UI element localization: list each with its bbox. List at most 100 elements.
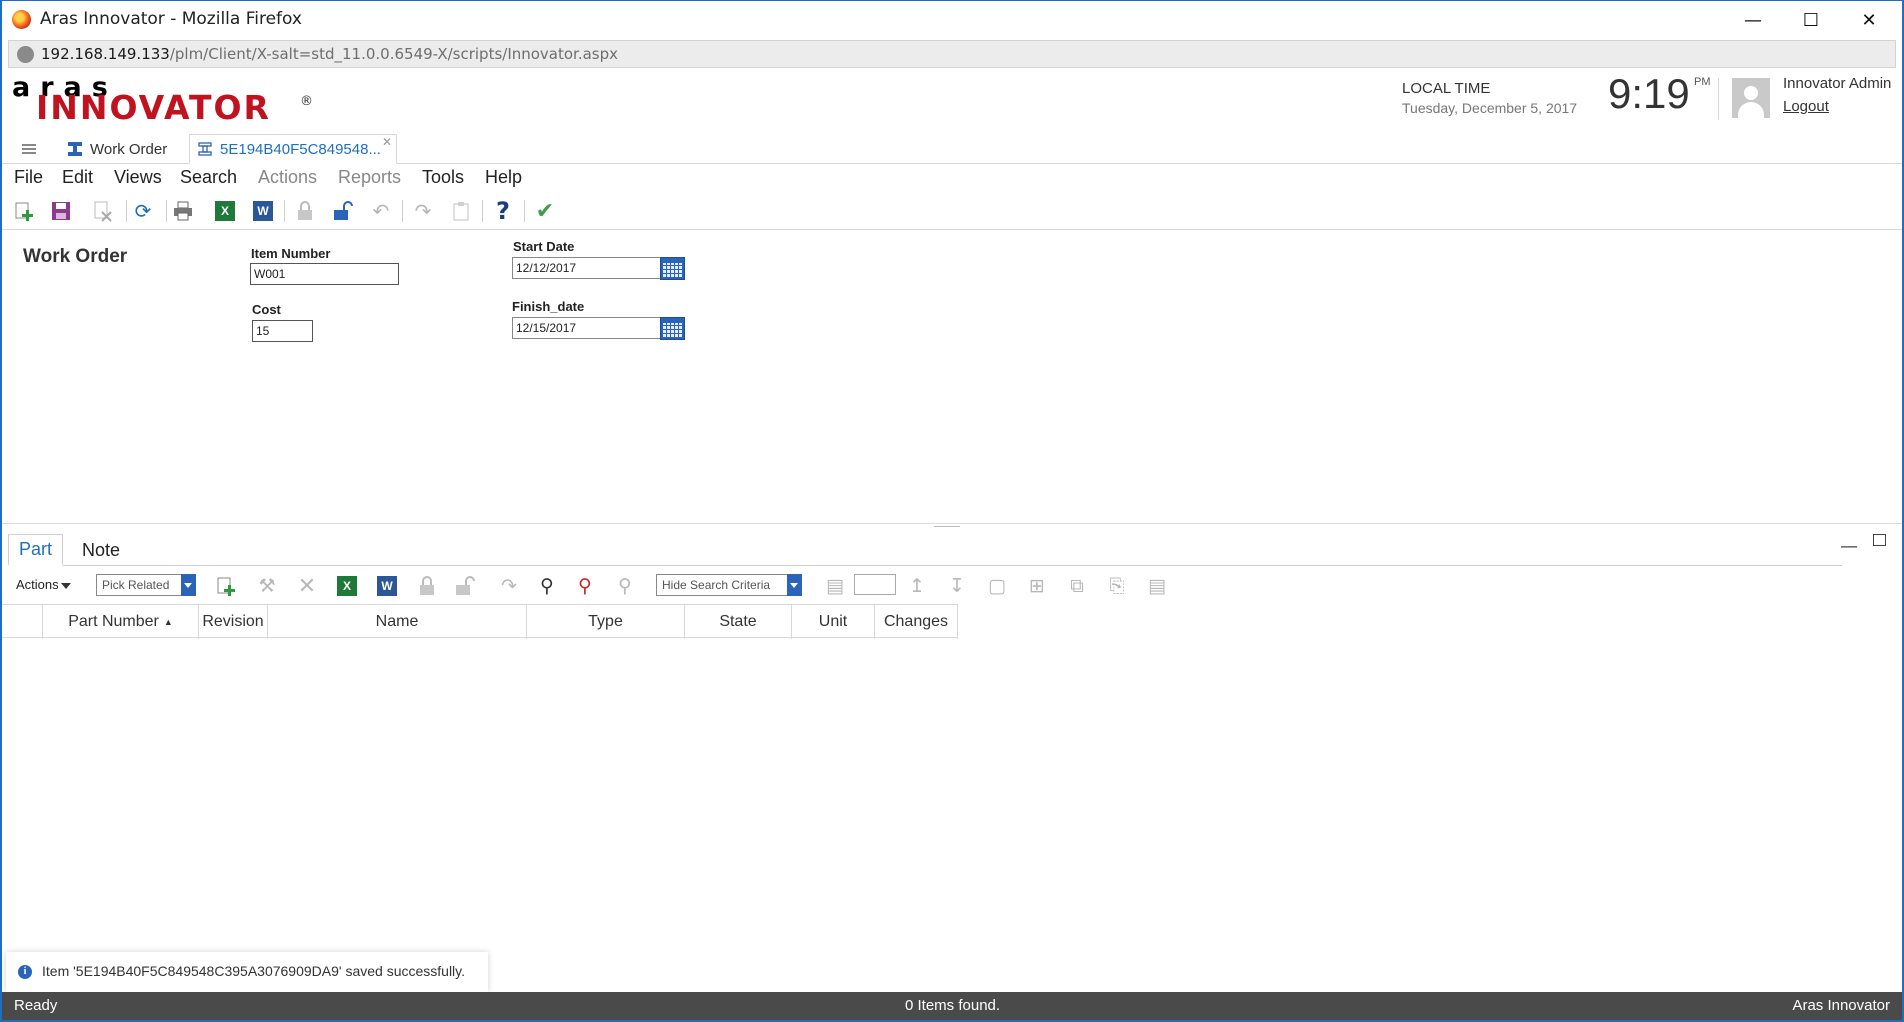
actions-dropdown[interactable]: Actions [16, 577, 71, 592]
close-tab-icon[interactable]: ✕ [382, 135, 392, 149]
row-selector-column[interactable] [2, 605, 43, 639]
previous-page-icon[interactable]: ↥ [904, 574, 930, 598]
tab-work-order[interactable]: Work Order [60, 134, 180, 164]
maximize-button[interactable]: ☐ [1782, 1, 1840, 39]
column-revision[interactable]: Revision [199, 605, 268, 639]
time-ampm: PM [1694, 76, 1711, 88]
calendar-icon[interactable] [660, 317, 685, 340]
header-divider [1718, 78, 1719, 120]
hamburger-menu-icon[interactable] [22, 144, 36, 154]
status-ready: Ready [14, 997, 58, 1014]
grid-settings-icon[interactable]: ⊞ [1024, 574, 1050, 598]
copy-icon[interactable]: ⧉ [1064, 574, 1090, 598]
address-bar[interactable]: 192.168.149.133/plm/Client/X-salt=std_11… [8, 40, 1896, 68]
view-icon[interactable]: ▢ [984, 574, 1010, 598]
start-date-field[interactable]: 12/12/2017 [512, 257, 685, 280]
column-name[interactable]: Name [268, 605, 527, 639]
itemtype-icon [68, 142, 82, 156]
column-changes[interactable]: Changes [875, 605, 958, 639]
word-icon[interactable]: W [250, 198, 276, 224]
print-icon[interactable] [170, 198, 196, 224]
lock-icon[interactable] [414, 574, 440, 598]
search-icon[interactable]: ⚲ [534, 574, 560, 598]
window-title: Aras Innovator - Mozilla Firefox [40, 9, 302, 29]
aras-innovator-logo: aras INNOVATOR ® [12, 72, 313, 127]
save-notification: i Item '5E194B40F5C849548C395A3076909DA9… [6, 952, 488, 992]
menu-views[interactable]: Views [114, 167, 162, 188]
site-info-icon[interactable] [17, 46, 34, 63]
status-bar: Ready 0 Items found. Aras Innovator [2, 992, 1902, 1020]
menu-reports[interactable]: Reports [338, 167, 401, 188]
promote-icon[interactable]: ↷ [496, 574, 522, 598]
delete-row-icon[interactable]: ✕ [294, 574, 320, 599]
unlock-icon[interactable] [330, 198, 356, 224]
chevron-down-icon [181, 574, 196, 596]
menu-file[interactable]: File [14, 167, 43, 188]
column-state[interactable]: State [685, 605, 792, 639]
excel-icon[interactable]: X [212, 198, 238, 224]
item-icon [198, 142, 212, 156]
local-time-label: LOCAL TIME [1402, 80, 1491, 97]
column-part-number[interactable]: Part Number ▲ [43, 605, 199, 639]
search-criteria-select[interactable]: Hide Search Criteria [656, 574, 802, 596]
next-page-icon[interactable]: ↧ [944, 574, 970, 598]
tab-item[interactable]: 5E194B40F5C849548... ✕ [189, 134, 397, 164]
advanced-search-icon[interactable]: ⚲ [612, 574, 638, 598]
tab-label: 5E194B40F5C849548... [220, 140, 381, 158]
column-type[interactable]: Type [527, 605, 685, 639]
pane-splitter[interactable] [2, 523, 1902, 529]
maximize-pane-icon[interactable] [1873, 534, 1886, 546]
page-number-input[interactable] [854, 574, 896, 595]
tab-part[interactable]: Part [8, 534, 64, 566]
cost-label: Cost [252, 302, 281, 317]
excel-icon[interactable]: X [334, 574, 360, 598]
minimize-button[interactable]: — [1724, 1, 1782, 39]
refresh-icon[interactable]: ⟳ [130, 198, 156, 224]
cost-field[interactable] [252, 320, 313, 342]
calendar-icon[interactable] [660, 257, 685, 280]
new-icon[interactable] [12, 198, 38, 224]
promote-icon[interactable]: ↷ [410, 198, 436, 224]
minimize-pane-icon[interactable]: — [1840, 536, 1858, 557]
columns-icon[interactable]: ▤ [1144, 574, 1170, 598]
notification-message: Item '5E194B40F5C849548C395A3076909DA9' … [42, 963, 466, 979]
pick-related-select[interactable]: Pick Related [96, 574, 196, 596]
chevron-down-icon [60, 582, 71, 589]
undo-icon[interactable]: ↶ [368, 198, 394, 224]
finish-date-field[interactable]: 12/15/2017 [512, 317, 685, 340]
splitter-grip-icon[interactable] [934, 526, 960, 528]
pick-item-icon[interactable]: ⚒ [254, 574, 280, 598]
menu-help[interactable]: Help [485, 167, 522, 188]
done-icon[interactable]: ✔ [532, 198, 558, 224]
relationship-grid-header: Part Number ▲ Revision Name Type State Un… [2, 604, 958, 639]
relationship-tabs: Part Note [8, 534, 1842, 566]
page-icon[interactable]: ▤ [822, 574, 848, 598]
discard-icon[interactable] [90, 198, 116, 224]
word-icon[interactable]: W [374, 574, 400, 598]
menu-edit[interactable]: Edit [62, 167, 93, 188]
url-text[interactable]: 192.168.149.133/plm/Client/X-salt=std_11… [41, 45, 618, 63]
menu-actions[interactable]: Actions [258, 167, 317, 188]
logout-link[interactable]: Logout [1783, 98, 1829, 115]
form-title: Work Order [23, 246, 128, 267]
firefox-icon [12, 10, 31, 29]
status-app-name: Aras Innovator [1792, 997, 1890, 1014]
add-row-icon[interactable] [214, 574, 240, 598]
clear-search-icon[interactable]: ⚲ [572, 574, 598, 598]
close-window-button[interactable]: ✕ [1840, 1, 1898, 39]
relationship-toolbar: Actions Pick Related ⚒ ✕ X W ↷ ⚲ ⚲ ⚲ Hid… [2, 568, 1902, 602]
chevron-down-icon [787, 574, 802, 596]
lock-icon[interactable] [292, 198, 318, 224]
column-unit[interactable]: Unit [792, 605, 875, 639]
paste-icon[interactable]: ⎘ [1104, 574, 1130, 598]
help-icon[interactable]: ? [490, 197, 516, 225]
clipboard-icon[interactable] [448, 198, 474, 224]
tab-note[interactable]: Note [72, 534, 130, 566]
start-date-label: Start Date [513, 239, 575, 254]
finish-date-value: 12/15/2017 [516, 321, 577, 335]
menu-tools[interactable]: Tools [422, 167, 464, 188]
save-icon[interactable] [48, 198, 74, 224]
unlock-icon[interactable] [452, 574, 478, 598]
item-number-field[interactable] [250, 263, 399, 285]
menu-search[interactable]: Search [180, 167, 237, 188]
